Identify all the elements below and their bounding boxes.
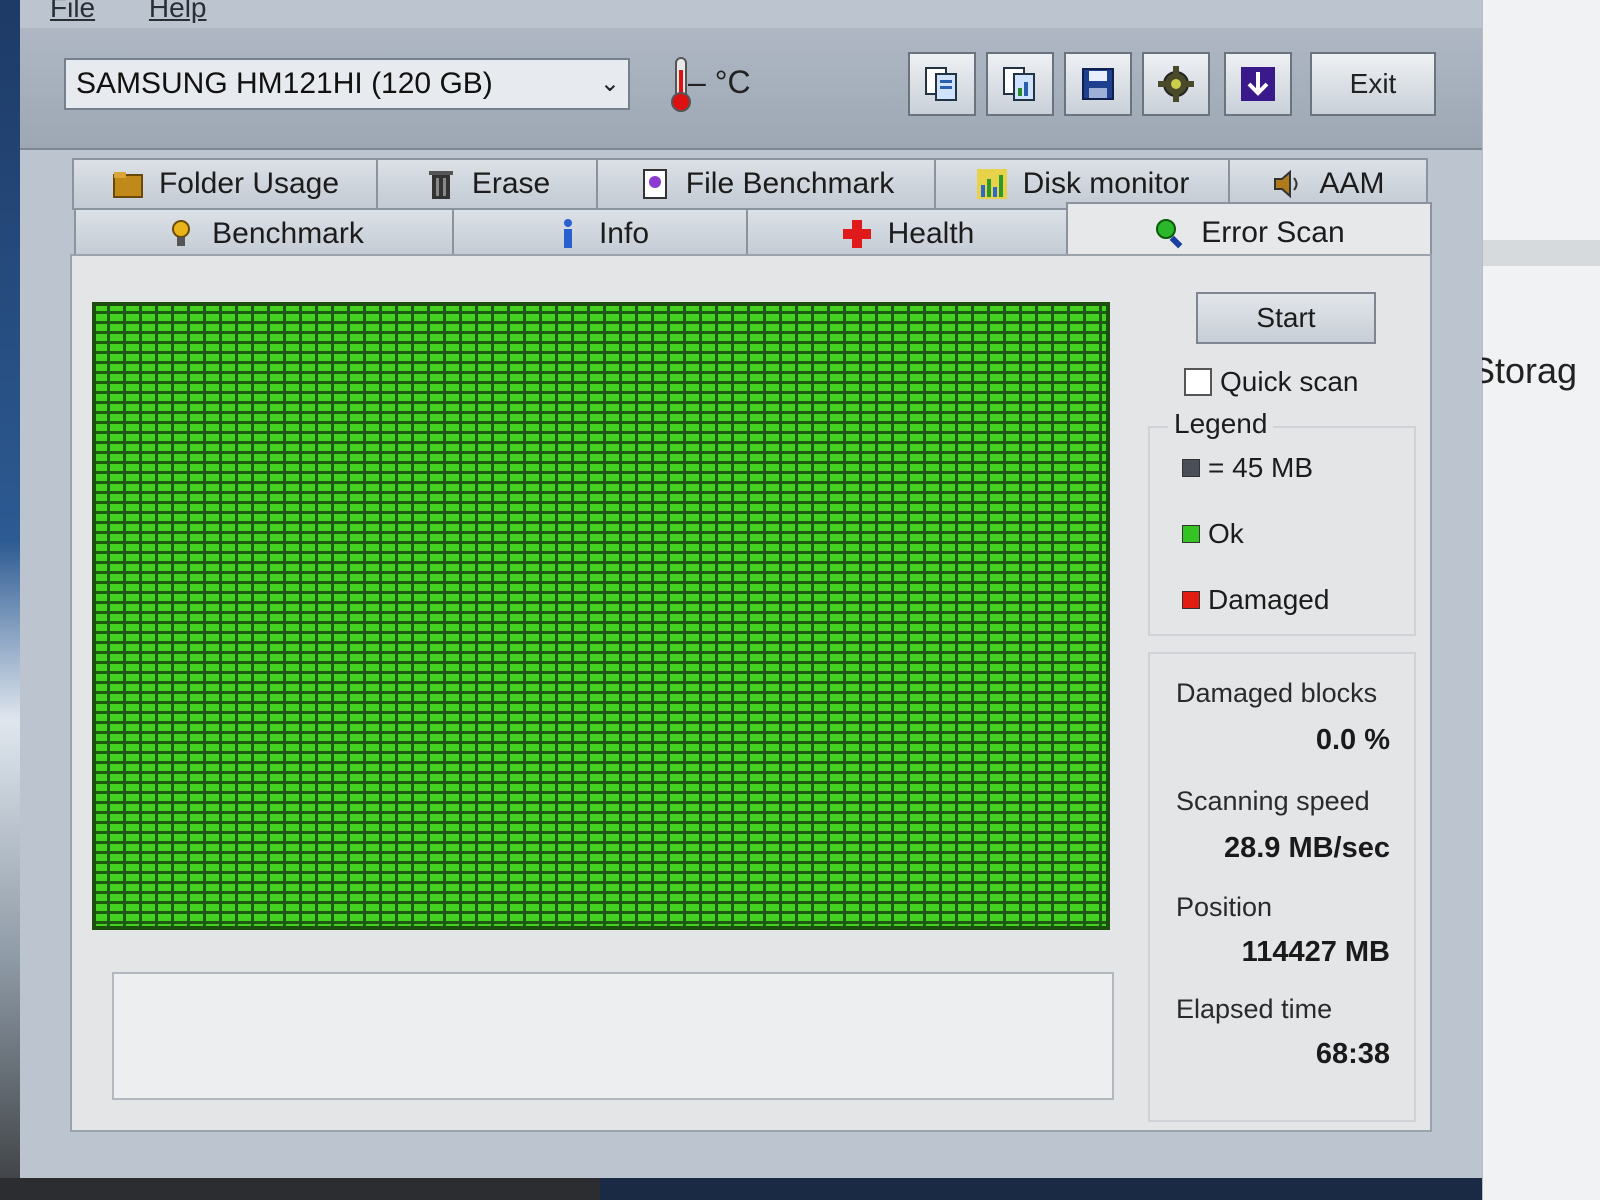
taskbar-edge — [0, 1178, 600, 1200]
menubar: File Help — [50, 0, 253, 28]
legend-block-size: = 45 MB — [1182, 452, 1313, 484]
background-window: Storag — [1471, 0, 1600, 1200]
menu-file[interactable]: File — [50, 0, 95, 23]
checkbox-box[interactable] — [1184, 368, 1212, 396]
file-benchmark-icon — [642, 169, 667, 199]
tab-health[interactable]: Health — [746, 208, 1068, 260]
quick-scan-label: Quick scan — [1220, 366, 1359, 397]
tab-folder-usage[interactable]: Folder Usage — [72, 158, 378, 210]
scan-block-map — [92, 302, 1110, 930]
info-icon — [563, 219, 572, 248]
scanning-speed-value: 28.9 MB/sec — [1223, 832, 1390, 864]
copy-info-icon — [925, 67, 957, 101]
tab-error-scan[interactable]: Error Scan — [1066, 202, 1432, 262]
download-icon — [1241, 67, 1275, 101]
position-value: 114427 MB — [1241, 936, 1390, 968]
damaged-blocks-label: Damaged blocks — [1176, 678, 1378, 708]
background-divider — [1483, 240, 1600, 266]
block-swatch — [1182, 459, 1200, 477]
tab-erase[interactable]: Erase — [376, 158, 598, 210]
tab-benchmark[interactable]: Benchmark — [74, 208, 454, 260]
legend-label: Ok — [1208, 518, 1244, 549]
options-button[interactable] — [1142, 52, 1210, 116]
legend-ok: Ok — [1182, 518, 1244, 550]
folder-icon — [112, 172, 143, 198]
damaged-swatch — [1182, 591, 1200, 609]
tab-label: Disk monitor — [1022, 167, 1190, 200]
save-button[interactable] — [1064, 52, 1132, 116]
download-button[interactable] — [1224, 52, 1292, 116]
tab-file-benchmark[interactable]: File Benchmark — [596, 158, 936, 210]
tab-label: Info — [598, 217, 650, 250]
exit-button[interactable]: Exit — [1310, 52, 1436, 116]
legend-label: = 45 MB — [1208, 452, 1314, 483]
hd-tune-window: File Help SAMSUNG HM121HI (120 GB) ⌄ – °… — [20, 0, 1482, 1178]
background-window-text: Storag — [1471, 350, 1578, 391]
tab-label: File Benchmark — [685, 167, 895, 200]
error-scan-panel: Start Quick scan Legend = 45 MB Ok Damag… — [70, 254, 1432, 1132]
copy-screen-icon — [1003, 67, 1035, 101]
chart-icon — [976, 169, 1007, 199]
legend-damaged: Damaged — [1182, 584, 1329, 616]
drive-select[interactable]: SAMSUNG HM121HI (120 GB) ⌄ — [64, 58, 630, 110]
health-cross-icon — [842, 220, 871, 248]
toolbar: SAMSUNG HM121HI (120 GB) ⌄ – °C Exit — [20, 28, 1482, 150]
elapsed-time-value: 68:38 — [1315, 1038, 1390, 1070]
scan-log-box — [112, 972, 1114, 1100]
start-button[interactable]: Start — [1196, 292, 1376, 344]
save-icon — [1082, 68, 1114, 100]
options-icon — [1158, 66, 1194, 102]
legend-label: Damaged — [1208, 584, 1330, 615]
ok-swatch — [1182, 525, 1200, 543]
tab-label: Folder Usage — [158, 167, 340, 200]
scanning-speed-label: Scanning speed — [1176, 786, 1370, 816]
tab-info[interactable]: Info — [452, 208, 748, 260]
elapsed-time-label: Elapsed time — [1176, 994, 1333, 1024]
tab-label: Erase — [471, 167, 551, 200]
legend-title: Legend — [1168, 408, 1274, 440]
speaker-icon — [1274, 169, 1298, 199]
tab-label: Error Scan — [1201, 216, 1345, 249]
magnifier-icon — [1156, 219, 1183, 249]
temperature-readout: – °C — [688, 64, 751, 100]
damaged-blocks-value: 0.0 % — [1315, 724, 1390, 756]
tab-label: Health — [887, 217, 975, 250]
position-label: Position — [1176, 892, 1273, 922]
menu-help[interactable]: Help — [149, 0, 207, 23]
copy-screen-button[interactable] — [986, 52, 1054, 116]
trash-icon — [428, 171, 453, 199]
tab-label: AAM — [1319, 167, 1385, 200]
drive-select-value: SAMSUNG HM121HI (120 GB) — [76, 67, 493, 100]
quick-scan-checkbox[interactable]: Quick scan — [1184, 366, 1359, 398]
tab-label: Benchmark — [212, 217, 364, 250]
chevron-down-icon[interactable]: ⌄ — [600, 60, 620, 108]
copy-info-button[interactable] — [908, 52, 976, 116]
bulb-icon — [172, 220, 191, 246]
